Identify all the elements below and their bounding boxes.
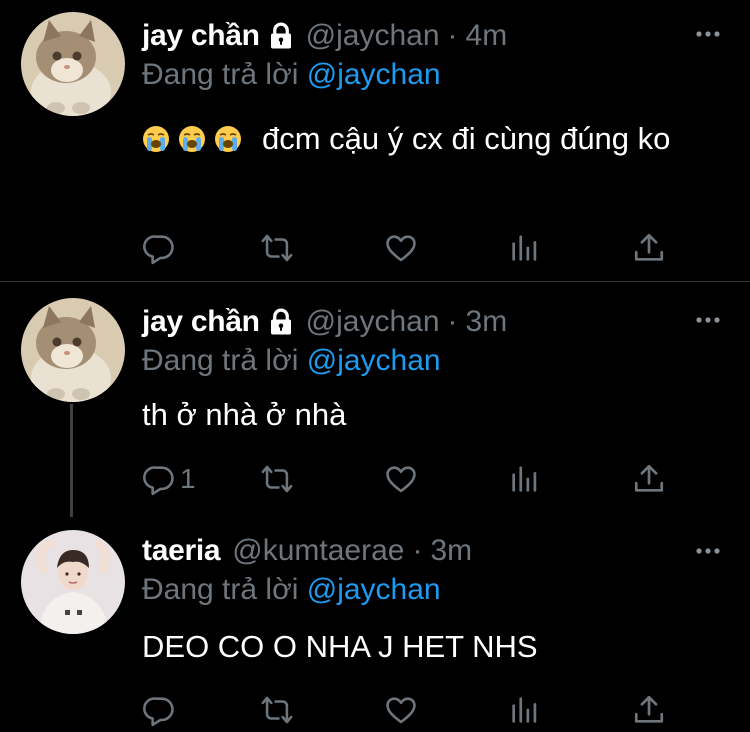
tweet[interactable]: jay chần @jaychan · 3m Đang trả lời @jay… (0, 285, 750, 517)
tweet-text: th ở nhà ở nhà (142, 391, 732, 439)
tweet[interactable]: taeria @kumtaerae · 3m Đang trả lời @jay… (0, 517, 750, 732)
tweet[interactable]: jay chần @jaychan · 4m Đang trả lời @jay… (0, 0, 750, 280)
analytics-icon (508, 231, 542, 265)
share-button[interactable] (632, 461, 666, 497)
share-icon (632, 231, 666, 265)
share-icon (632, 462, 666, 496)
retweet-icon (260, 462, 294, 496)
retweet-icon (260, 231, 294, 265)
lock-icon (266, 21, 296, 51)
analytics-button[interactable] (508, 230, 542, 266)
separator: · (447, 19, 458, 52)
reply-context: Đang trả lời @jaychan (142, 58, 441, 92)
tweet-text: đcm cậu ý cx đi cùng đúng ko (142, 115, 732, 163)
loudly-crying-face-emoji (178, 125, 206, 153)
like-icon (384, 693, 418, 727)
display-name[interactable]: jay chần (142, 19, 260, 53)
tweet-header: jay chần @jaychan · 4m (142, 14, 507, 58)
retweet-button[interactable] (260, 461, 294, 497)
loudly-crying-face-emoji (214, 125, 242, 153)
reply-prefix: Đang trả lời (142, 573, 299, 606)
reply-count: 1 (180, 463, 196, 494)
reply-to-link[interactable]: @jaychan (307, 344, 441, 377)
reply-button[interactable] (142, 230, 180, 266)
like-icon (384, 231, 418, 265)
reply-prefix: Đang trả lời (142, 344, 299, 377)
share-button[interactable] (632, 692, 666, 728)
more-icon[interactable] (694, 541, 722, 561)
retweet-icon (260, 693, 294, 727)
tweet-text-body: đcm cậu ý cx đi cùng đúng ko (262, 121, 671, 156)
avatar[interactable] (21, 12, 125, 116)
action-bar: 1 (142, 461, 732, 501)
display-name[interactable]: taeria (142, 534, 221, 568)
analytics-button[interactable] (508, 461, 542, 497)
analytics-icon (508, 462, 542, 496)
timestamp[interactable]: 3m (466, 305, 508, 339)
share-button[interactable] (632, 230, 666, 266)
more-icon[interactable] (694, 310, 722, 330)
like-icon (384, 462, 418, 496)
action-bar (142, 692, 732, 732)
reply-icon (142, 231, 176, 265)
more-icon[interactable] (694, 24, 722, 44)
reply-button[interactable]: 1 (142, 461, 196, 497)
reply-context: Đang trả lời @jaychan (142, 573, 441, 607)
reply-button[interactable] (142, 692, 180, 728)
tweet-header: jay chần @jaychan · 3m (142, 300, 507, 344)
loudly-crying-face-emoji (142, 125, 170, 153)
separator: · (412, 534, 423, 567)
divider (0, 281, 750, 282)
reply-prefix: Đang trả lời (142, 58, 299, 91)
avatar[interactable] (21, 298, 125, 402)
timestamp[interactable]: 4m (466, 19, 508, 53)
handle[interactable]: @jaychan (306, 305, 440, 339)
reply-context: Đang trả lời @jaychan (142, 344, 441, 378)
display-name[interactable]: jay chần (142, 305, 260, 339)
retweet-button[interactable] (260, 230, 294, 266)
tweet-text-body: DEO CO O NHA J HET NHS (142, 629, 538, 664)
analytics-icon (508, 693, 542, 727)
share-icon (632, 693, 666, 727)
reply-to-link[interactable]: @jaychan (307, 573, 441, 606)
reply-icon (142, 693, 176, 727)
like-button[interactable] (384, 230, 418, 266)
like-button[interactable] (384, 692, 418, 728)
handle[interactable]: @kumtaerae (232, 534, 404, 568)
tweet-header: taeria @kumtaerae · 3m (142, 529, 472, 573)
analytics-button[interactable] (508, 692, 542, 728)
timestamp[interactable]: 3m (430, 534, 472, 568)
retweet-button[interactable] (260, 692, 294, 728)
thread-line (70, 404, 73, 517)
reply-to-link[interactable]: @jaychan (307, 58, 441, 91)
action-bar (142, 230, 732, 270)
reply-icon (142, 462, 176, 496)
avatar[interactable] (21, 530, 125, 634)
tweet-text: DEO CO O NHA J HET NHS (142, 623, 732, 671)
separator: · (447, 305, 458, 338)
lock-icon (266, 307, 296, 337)
like-button[interactable] (384, 461, 418, 497)
handle[interactable]: @jaychan (306, 19, 440, 53)
tweet-text-body: th ở nhà ở nhà (142, 397, 347, 432)
